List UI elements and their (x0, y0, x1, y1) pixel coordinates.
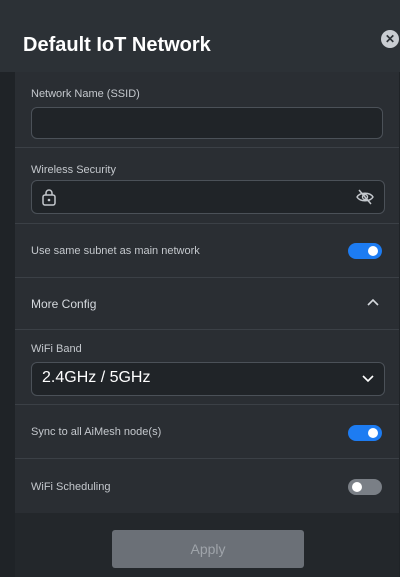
ssid-label: Network Name (SSID) (31, 88, 140, 100)
wireless-security-label: Wireless Security (31, 164, 116, 176)
sync-aimesh-row: Sync to all AiMesh node(s) (15, 404, 399, 459)
eye-slash-icon[interactable] (356, 189, 374, 205)
wifi-scheduling-toggle[interactable] (348, 479, 382, 495)
ssid-input[interactable] (31, 107, 383, 139)
apply-button[interactable]: Apply (112, 530, 304, 568)
toggle-knob (352, 482, 362, 492)
sync-aimesh-label: Sync to all AiMesh node(s) (31, 426, 162, 438)
lock-icon (42, 189, 56, 206)
wifi-scheduling-label: WiFi Scheduling (31, 481, 111, 493)
wifi-scheduling-row: WiFi Scheduling (15, 458, 399, 514)
dialog-header: Default IoT Network ✕ (0, 0, 400, 72)
wireless-security-input[interactable] (31, 180, 385, 214)
sync-aimesh-toggle[interactable] (348, 425, 382, 441)
iot-network-dialog: Default IoT Network ✕ Network Name (SSID… (0, 0, 400, 577)
toggle-knob (368, 428, 378, 438)
ssid-row: Network Name (SSID) (15, 72, 399, 148)
wifi-band-label: WiFi Band (31, 343, 82, 355)
same-subnet-label: Use same subnet as main network (31, 245, 200, 257)
wifi-band-row: WiFi Band 2.4GHz / 5GHz (15, 329, 399, 405)
more-config-row[interactable]: More Config (15, 277, 399, 330)
toggle-knob (368, 246, 378, 256)
more-config-label: More Config (31, 297, 97, 311)
chevron-up-icon (367, 298, 379, 306)
same-subnet-toggle[interactable] (348, 243, 382, 259)
close-icon: ✕ (384, 32, 396, 46)
wireless-security-row: Wireless Security (15, 147, 399, 224)
chevron-down-icon (362, 375, 374, 383)
dialog-title: Default IoT Network (23, 34, 211, 56)
dialog-footer: Apply (15, 513, 399, 577)
close-button[interactable]: ✕ (381, 30, 399, 48)
same-subnet-row: Use same subnet as main network (15, 223, 399, 278)
wifi-band-value: 2.4GHz / 5GHz (42, 369, 151, 386)
wifi-band-select[interactable]: 2.4GHz / 5GHz (31, 362, 385, 396)
